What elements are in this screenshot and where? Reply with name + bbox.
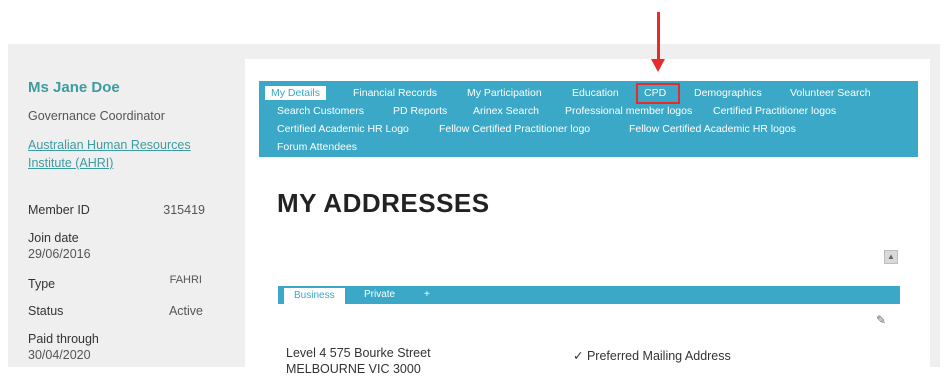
preferred-mailing-address: ✓ Preferred Mailing Address <box>573 349 731 363</box>
nav-my-details[interactable]: My Details <box>265 86 327 100</box>
tab-add[interactable]: + <box>424 289 430 300</box>
nav-search-customers[interactable]: Search Customers <box>277 105 364 117</box>
join-date-value: 29/06/2016 <box>28 247 91 261</box>
nav-education[interactable]: Education <box>572 87 619 99</box>
member-id-value: 315419 <box>163 203 205 217</box>
nav-fellow-certified-practitioner-logo[interactable]: Fellow Certified Practitioner logo <box>439 123 590 135</box>
main-navigation: My Details Financial Records My Particip… <box>259 81 918 157</box>
nav-pd-reports[interactable]: PD Reports <box>393 105 447 117</box>
status-value: Active <box>168 304 203 318</box>
edit-pencil-icon[interactable]: ✎ <box>876 313 886 327</box>
nav-professional-member-logos[interactable]: Professional member logos <box>565 105 692 117</box>
join-date-label: Join date <box>28 231 79 245</box>
address-tabs: Business Private + <box>278 286 900 304</box>
tab-business[interactable]: Business <box>284 288 345 304</box>
collapse-up-icon[interactable]: ▲ <box>884 250 898 264</box>
organisation-link[interactable]: Australian Human Resources Institute (AH… <box>28 136 208 172</box>
nav-forum-attendees[interactable]: Forum Attendees <box>277 141 357 153</box>
nav-arinex-search[interactable]: Arinex Search <box>473 105 539 117</box>
paid-through-value: 30/04/2020 <box>28 348 91 362</box>
status-label: Status <box>28 304 64 318</box>
nav-certified-practitioner-logos[interactable]: Certified Practitioner logos <box>713 105 836 117</box>
nav-fellow-certified-academic-hr-logos[interactable]: Fellow Certified Academic HR logos <box>629 123 796 135</box>
paid-through-label: Paid through <box>28 332 99 346</box>
tab-private[interactable]: Private <box>364 289 395 300</box>
member-name: Ms Jane Doe <box>28 79 120 96</box>
nav-financial-records[interactable]: Financial Records <box>353 87 437 99</box>
cpd-highlight-box <box>636 83 680 104</box>
address-line-2: MELBOURNE VIC 3000 <box>286 362 421 376</box>
annotation-arrow-shaft <box>657 12 660 62</box>
nav-demographics[interactable]: Demographics <box>694 87 762 99</box>
type-value: FAHRI <box>169 274 202 286</box>
member-id-label: Member ID <box>28 203 90 217</box>
address-line-1: Level 4 575 Bourke Street <box>286 346 431 360</box>
nav-volunteer-search[interactable]: Volunteer Search <box>790 87 871 99</box>
page-title: MY ADDRESSES <box>277 188 490 218</box>
nav-my-participation[interactable]: My Participation <box>467 87 542 99</box>
member-role: Governance Coordinator <box>28 109 165 123</box>
type-label: Type <box>28 277 56 291</box>
nav-certified-academic-hr-logo[interactable]: Certified Academic HR Logo <box>277 123 409 135</box>
annotation-arrow-head-icon <box>651 59 665 72</box>
